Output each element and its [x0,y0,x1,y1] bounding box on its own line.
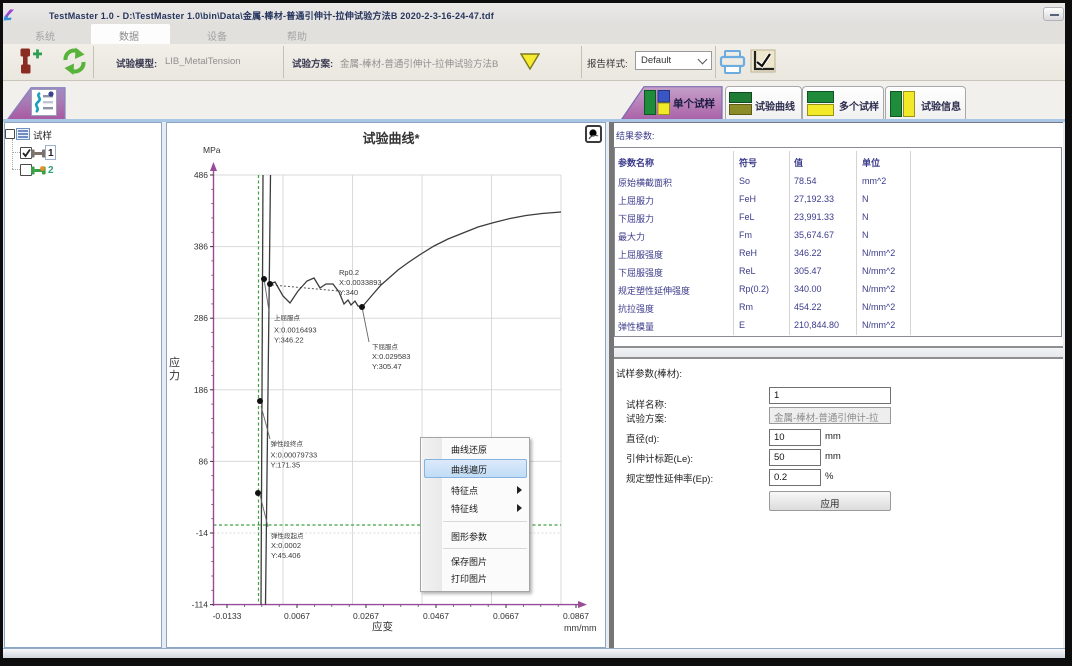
svg-text:mm/mm: mm/mm [564,623,597,633]
svg-text:0.0667: 0.0667 [493,611,519,621]
svg-text:386: 386 [194,242,208,252]
svg-text:-14: -14 [196,528,209,538]
svg-text:0.0067: 0.0067 [284,611,310,621]
svg-text:Y:340: Y:340 [339,288,358,297]
svg-text:-0.0133: -0.0133 [213,611,242,621]
svg-text:0.0267: 0.0267 [353,611,379,621]
svg-text:弹性段终点: 弹性段终点 [271,439,304,448]
svg-text:MPa: MPa [203,145,221,155]
svg-text:弹性段起点: 弹性段起点 [271,531,304,540]
svg-text:X:0.0033893: X:0.0033893 [339,278,382,287]
svg-text:486: 486 [194,170,208,180]
svg-text:上屈服点: 上屈服点 [274,313,301,322]
svg-text:0.0867: 0.0867 [563,611,589,621]
svg-text:-114: -114 [192,600,209,610]
svg-text:下屈服点: 下屈服点 [372,343,399,351]
svg-text:Y:45.406: Y:45.406 [271,551,301,560]
svg-text:86: 86 [199,456,209,466]
svg-text:286: 286 [194,313,208,323]
svg-text:186: 186 [194,385,208,395]
svg-text:X:0.0016493: X:0.0016493 [274,326,317,335]
svg-text:Y:305.47: Y:305.47 [372,362,402,371]
svg-text:Rp0.2: Rp0.2 [339,268,359,277]
svg-text:X:0.00079733: X:0.00079733 [271,451,318,460]
svg-text:0.0467: 0.0467 [423,611,449,621]
svg-text:Y:171.35: Y:171.35 [271,461,301,470]
svg-text:X:0.029583: X:0.029583 [372,352,410,361]
svg-text:应变: 应变 [372,620,393,633]
svg-text:Y:346.22: Y:346.22 [274,336,304,345]
svg-text:X:0.0002: X:0.0002 [271,541,301,550]
